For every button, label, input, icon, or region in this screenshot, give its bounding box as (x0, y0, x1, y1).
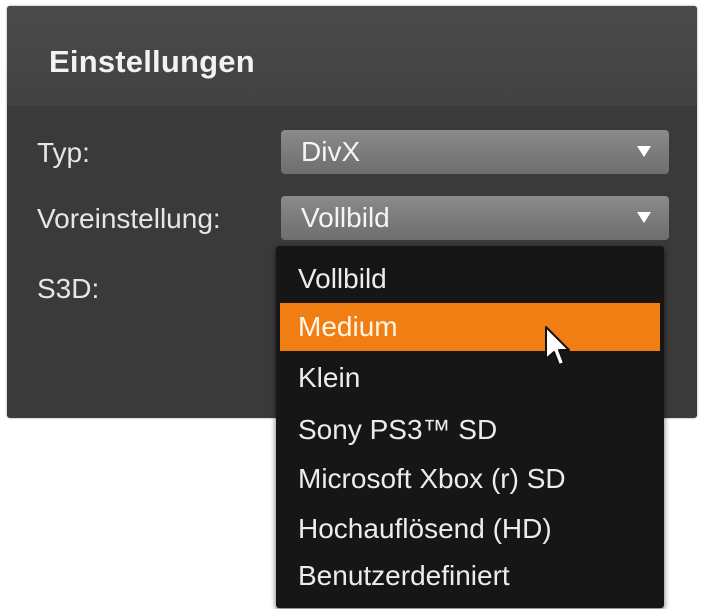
s3d-label: S3D: (37, 273, 100, 304)
typ-select[interactable]: DivX (281, 130, 669, 174)
preset-label: Voreinstellung: (37, 203, 221, 234)
chevron-down-icon (637, 146, 651, 157)
dropdown-option[interactable]: Sony PS3™ SD (280, 406, 660, 454)
typ-label: Typ: (37, 137, 90, 168)
mouse-pointer-icon (545, 326, 570, 366)
typ-select-value: DivX (301, 136, 361, 167)
dropdown-option[interactable]: Benutzerdefiniert (280, 552, 660, 600)
dropdown-option[interactable]: Microsoft Xbox (r) SD (280, 455, 660, 503)
chevron-down-icon (637, 212, 651, 223)
preset-select-value: Vollbild (301, 202, 390, 233)
preset-select[interactable]: Vollbild (281, 196, 669, 240)
dropdown-option[interactable]: Vollbild (280, 255, 660, 303)
panel-header: Einstellungen (7, 6, 697, 106)
dropdown-option-highlighted[interactable]: Medium (280, 303, 660, 351)
dropdown-option[interactable]: Klein (280, 354, 660, 402)
dropdown-option[interactable]: Hochauflösend (HD) (280, 505, 660, 553)
preset-dropdown-list: Vollbild Medium Klein Sony PS3™ SD Micro… (276, 246, 664, 608)
panel-title: Einstellungen (49, 44, 255, 79)
